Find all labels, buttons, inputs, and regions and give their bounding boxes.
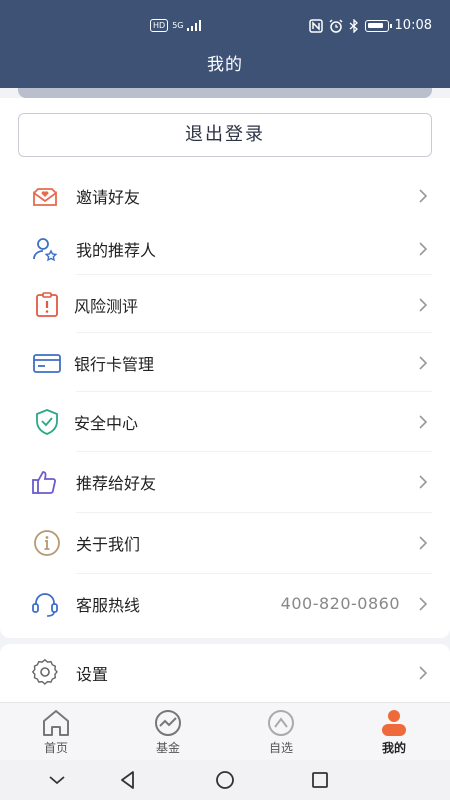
signal-label: 5G <box>172 21 184 30</box>
clipboard-alert-icon <box>36 292 58 317</box>
logout-section: 退出登录 <box>0 98 450 166</box>
back-icon[interactable] <box>116 768 140 792</box>
menu-item-label: 银行卡管理 <box>74 354 155 374</box>
status-time: 10:08 <box>394 18 432 33</box>
watchlist-icon <box>268 710 294 736</box>
bottom-tab-bar: 首页 基金 自选 我的 <box>0 702 450 760</box>
menu-item-label: 推荐给好友 <box>76 473 157 493</box>
menu-item-label: 安全中心 <box>74 413 139 433</box>
thumbs-up-icon <box>32 471 56 494</box>
chevron-right-icon <box>419 597 428 611</box>
system-indicators: 10:08 <box>308 18 432 33</box>
status-bar: HD 5G 10:08 <box>0 0 450 50</box>
menu-item-security[interactable]: 安全中心 <box>0 392 450 451</box>
tab-home[interactable]: 首页 <box>0 703 112 761</box>
chevron-right-icon <box>419 242 428 256</box>
tab-watchlist[interactable]: 自选 <box>225 703 337 761</box>
tab-fund[interactable]: 基金 <box>112 703 224 761</box>
battery-icon <box>364 19 392 32</box>
menu-item-service[interactable]: 客服热线 400-820-0860 <box>0 574 450 633</box>
divider <box>76 274 432 275</box>
menu-item-label: 我的推荐人 <box>76 240 157 260</box>
chevron-right-icon <box>419 356 428 370</box>
tab-profile[interactable]: 我的 <box>338 703 450 761</box>
chevron-down-icon[interactable] <box>45 768 69 792</box>
profile-card-edge <box>18 88 432 98</box>
menu-item-settings[interactable]: 设置 <box>0 644 450 702</box>
menu-item-label: 邀请好友 <box>76 187 141 207</box>
menu-item-label: 风险测评 <box>74 296 139 316</box>
system-nav-bar <box>0 760 450 800</box>
menu-item-invite[interactable]: 邀请好友 <box>0 166 450 225</box>
chevron-right-icon <box>419 415 428 429</box>
home-button-icon[interactable] <box>213 768 237 792</box>
nfc-icon <box>308 18 323 33</box>
chevron-right-icon <box>419 189 428 203</box>
menu-item-referrer[interactable]: 我的推荐人 <box>0 219 450 278</box>
envelope-heart-icon <box>33 188 57 206</box>
profile-icon <box>382 710 406 736</box>
recents-icon[interactable] <box>308 768 332 792</box>
tab-label: 自选 <box>268 741 293 755</box>
divider <box>76 391 432 392</box>
menu-list: 邀请好友 我的推荐人 风险测评 银行卡管理 安全中心 推荐给好友 关于我们 客服… <box>0 166 450 638</box>
tab-label: 基金 <box>155 741 180 755</box>
fund-chart-icon <box>155 710 181 736</box>
top-bar: HD 5G 10:08 我的 <box>0 0 450 88</box>
page-title: 我的 <box>207 55 243 75</box>
alarm-icon <box>329 18 343 33</box>
chevron-right-icon <box>419 666 428 680</box>
hotline-number: 400-820-0860 <box>280 594 400 613</box>
bluetooth-icon <box>349 18 358 33</box>
menu-item-risk[interactable]: 风险测评 <box>0 275 450 334</box>
network-indicators: HD 5G <box>150 19 202 32</box>
person-star-icon <box>33 238 58 262</box>
tab-label: 我的 <box>381 741 406 755</box>
hd-badge: HD <box>150 19 169 32</box>
chevron-right-icon <box>419 475 428 489</box>
chevron-right-icon <box>419 536 428 550</box>
headset-icon <box>32 593 58 617</box>
menu-item-about[interactable]: 关于我们 <box>0 513 450 572</box>
logout-button[interactable]: 退出登录 <box>18 113 432 157</box>
credit-card-icon <box>33 354 61 373</box>
divider <box>76 451 432 452</box>
divider <box>76 573 432 574</box>
signal-bars-icon <box>187 20 202 31</box>
tab-label: 首页 <box>43 741 68 755</box>
menu-item-bankcard[interactable]: 银行卡管理 <box>0 333 450 392</box>
divider <box>76 512 432 513</box>
menu-item-label: 关于我们 <box>76 534 141 554</box>
gear-icon <box>31 658 58 685</box>
divider <box>76 332 432 333</box>
shield-check-icon <box>36 409 58 435</box>
menu-item-label: 客服热线 <box>76 595 141 615</box>
menu-item-recommend[interactable]: 推荐给好友 <box>0 452 450 511</box>
chevron-right-icon <box>419 298 428 312</box>
home-icon <box>43 710 69 736</box>
menu-item-label: 设置 <box>76 665 109 684</box>
settings-section: 设置 <box>0 644 450 702</box>
info-icon <box>34 530 60 556</box>
